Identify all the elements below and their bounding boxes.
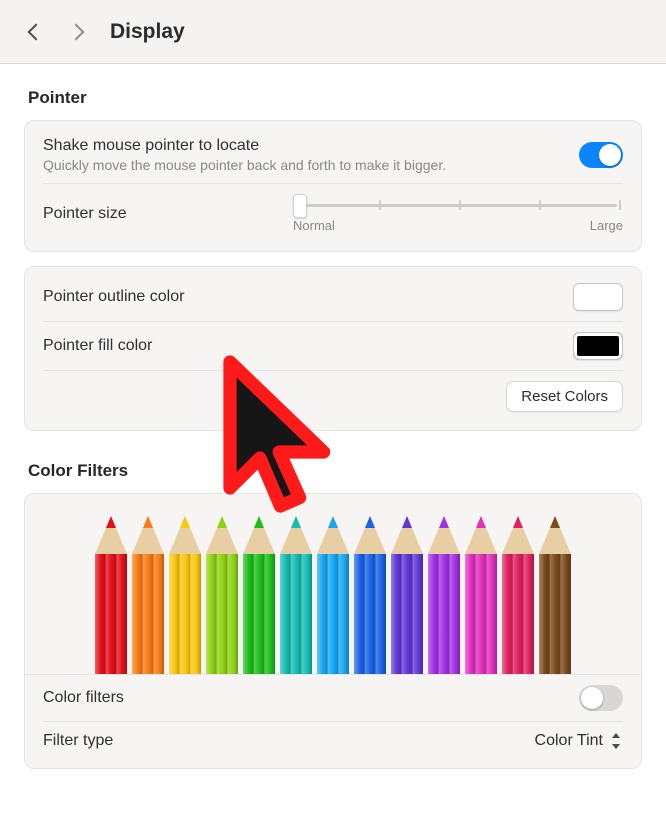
header-bar: Display: [0, 0, 666, 64]
fill-color-well[interactable]: [573, 332, 623, 360]
filter-type-dropdown[interactable]: Color Tint: [535, 732, 623, 750]
color-filters-label: Color filters: [43, 689, 124, 707]
pointer-size-slider[interactable]: [293, 194, 623, 216]
color-filters-toggle[interactable]: [579, 685, 623, 711]
section-title-pointer: Pointer: [28, 88, 642, 108]
pointer-size-label: Pointer size: [43, 205, 127, 223]
fill-color-label: Pointer fill color: [43, 337, 152, 355]
chevron-right-icon: [68, 23, 85, 40]
toggle-knob: [599, 144, 621, 166]
reset-colors-button[interactable]: Reset Colors: [506, 381, 623, 412]
chevron-left-icon: [28, 23, 45, 40]
updown-arrows-icon: [609, 732, 623, 750]
shake-sublabel: Quickly move the mouse pointer back and …: [43, 157, 446, 173]
pencil-icon: [278, 516, 315, 674]
back-button[interactable]: [20, 16, 52, 48]
slider-max-label: Large: [590, 218, 623, 233]
pencil-icon: [352, 516, 389, 674]
outline-color-label: Pointer outline color: [43, 288, 184, 306]
pencil-icon: [426, 516, 463, 674]
outline-color-well[interactable]: [573, 283, 623, 311]
row-pointer-size: Pointer size Normal Large: [43, 183, 623, 235]
pencil-icon: [130, 516, 167, 674]
pointer-panel: Shake mouse pointer to locate Quickly mo…: [24, 120, 642, 252]
slider-min-label: Normal: [293, 218, 335, 233]
pencil-icon: [537, 516, 574, 674]
toggle-knob: [581, 687, 603, 709]
pencil-icon: [500, 516, 537, 674]
page-title: Display: [110, 20, 185, 44]
row-shake-to-locate: Shake mouse pointer to locate Quickly mo…: [43, 135, 623, 183]
row-color-filters-toggle: Color filters: [43, 675, 623, 721]
section-title-color-filters: Color Filters: [28, 461, 642, 481]
color-filters-preview: [25, 494, 641, 675]
row-outline-color: Pointer outline color: [43, 281, 623, 321]
color-filters-panel: Color filters Filter type Color Tint: [24, 493, 642, 769]
pencil-icon: [167, 516, 204, 674]
pencil-icon: [93, 516, 130, 674]
forward-button[interactable]: [60, 16, 92, 48]
filter-type-value: Color Tint: [535, 732, 603, 750]
row-fill-color: Pointer fill color: [43, 321, 623, 370]
shake-label: Shake mouse pointer to locate: [43, 137, 446, 155]
pencil-icon: [204, 516, 241, 674]
row-filter-type: Filter type Color Tint: [43, 721, 623, 752]
pencil-icon: [389, 516, 426, 674]
pencil-icon: [463, 516, 500, 674]
pencil-icon: [315, 516, 352, 674]
pointer-color-panel: Pointer outline color Pointer fill color…: [24, 266, 642, 431]
shake-toggle[interactable]: [579, 142, 623, 168]
pencil-icon: [241, 516, 278, 674]
filter-type-label: Filter type: [43, 732, 113, 750]
slider-thumb[interactable]: [293, 194, 307, 218]
